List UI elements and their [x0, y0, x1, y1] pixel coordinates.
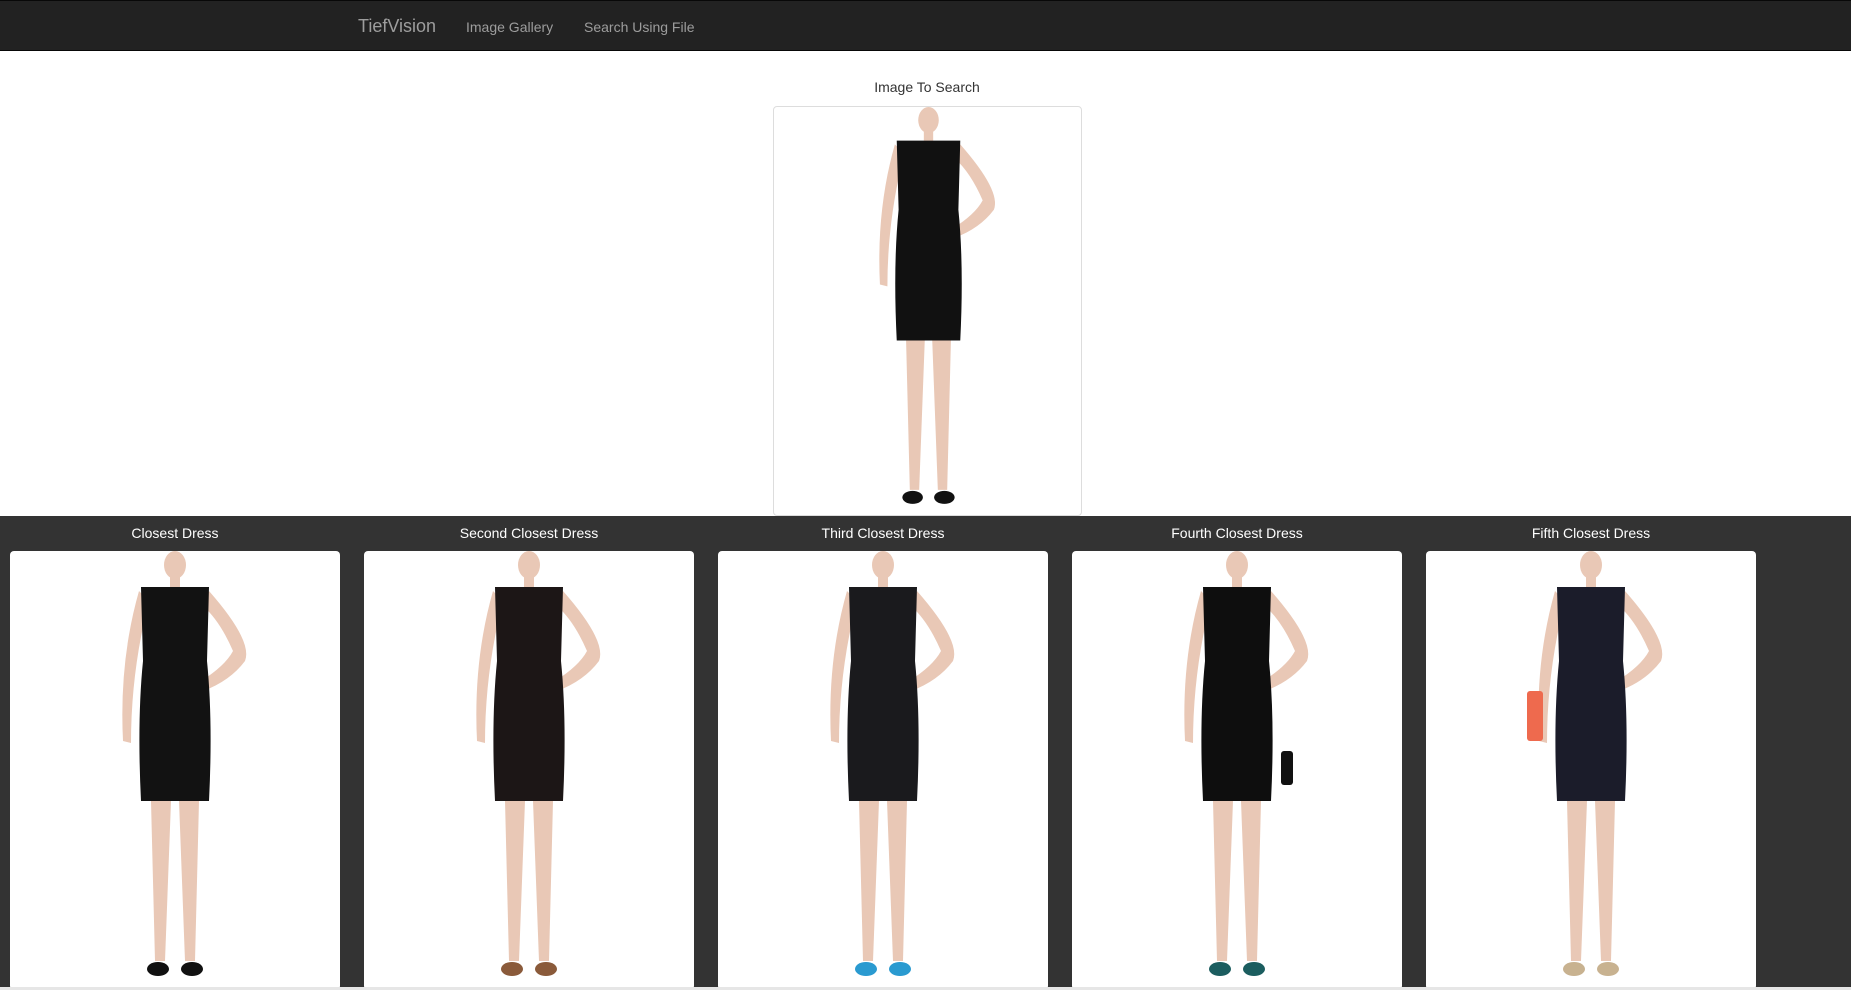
result-label-4: Fourth Closest Dress: [1171, 525, 1303, 541]
model-left-leg: [1567, 801, 1587, 961]
result-dress-image-3: [830, 551, 955, 976]
query-dress-image: [879, 107, 996, 504]
brand-link[interactable]: TiefVision: [358, 15, 436, 37]
model-dress: [895, 140, 962, 341]
model-right-leg: [533, 801, 553, 961]
model-dress: [1555, 587, 1627, 801]
model-right-leg: [887, 801, 907, 961]
model-right-leg: [1241, 801, 1261, 961]
model-neck: [524, 573, 534, 587]
top-navbar: TiefVision Image Gallery Search Using Fi…: [0, 0, 1851, 51]
model-neck: [923, 127, 934, 141]
result-label-2: Second Closest Dress: [459, 525, 599, 541]
result-dress-image-4: [1184, 551, 1309, 976]
model-left-shoe: [147, 962, 169, 976]
model-left-shoe: [1209, 962, 1231, 976]
model-left-leg: [151, 801, 171, 961]
model-left-shoe: [855, 962, 877, 976]
model-dress: [493, 587, 565, 801]
model-neck: [1232, 573, 1242, 587]
result-card-1[interactable]: [10, 551, 340, 990]
result-card-2[interactable]: [364, 551, 694, 990]
model-dress: [1201, 587, 1273, 801]
model-right-shoe: [181, 962, 203, 976]
result-dress-image-5: [1527, 551, 1663, 976]
model-right-shoe: [1597, 962, 1619, 976]
result-label-1: Closest Dress: [131, 525, 219, 541]
model-neck: [1586, 573, 1596, 587]
model-dress: [139, 587, 211, 801]
model-left-leg: [1213, 801, 1233, 961]
model-neck: [878, 573, 888, 587]
result-card-3[interactable]: [718, 551, 1048, 990]
model-right-shoe: [934, 490, 955, 504]
result-dress-image-2: [476, 551, 601, 976]
result-label-3: Third Closest Dress: [821, 525, 945, 541]
clutch-bag: [1281, 751, 1293, 785]
model-right-shoe: [535, 962, 557, 976]
model-left-shoe: [902, 490, 923, 504]
model-left-shoe: [501, 962, 523, 976]
nav-image-gallery[interactable]: Image Gallery: [466, 18, 553, 36]
nav-search-using-file[interactable]: Search Using File: [584, 18, 695, 36]
model-right-shoe: [1243, 962, 1265, 976]
model-right-leg: [179, 801, 199, 961]
result-card-4[interactable]: [1072, 551, 1402, 990]
orange-clutch-bag: [1527, 691, 1543, 741]
model-dress: [847, 587, 919, 801]
result-card-5[interactable]: [1426, 551, 1756, 990]
result-label-5: Fifth Closest Dress: [1531, 525, 1651, 541]
query-image-label: Image To Search: [874, 79, 980, 95]
model-left-leg: [906, 340, 925, 490]
model-right-leg: [1595, 801, 1615, 961]
model-left-shoe: [1563, 962, 1585, 976]
query-image-card[interactable]: [773, 106, 1082, 516]
model-neck: [170, 573, 180, 587]
model-left-leg: [859, 801, 879, 961]
model-right-shoe: [889, 962, 911, 976]
result-dress-image-1: [122, 551, 247, 976]
model-right-leg: [932, 340, 951, 490]
model-left-leg: [505, 801, 525, 961]
